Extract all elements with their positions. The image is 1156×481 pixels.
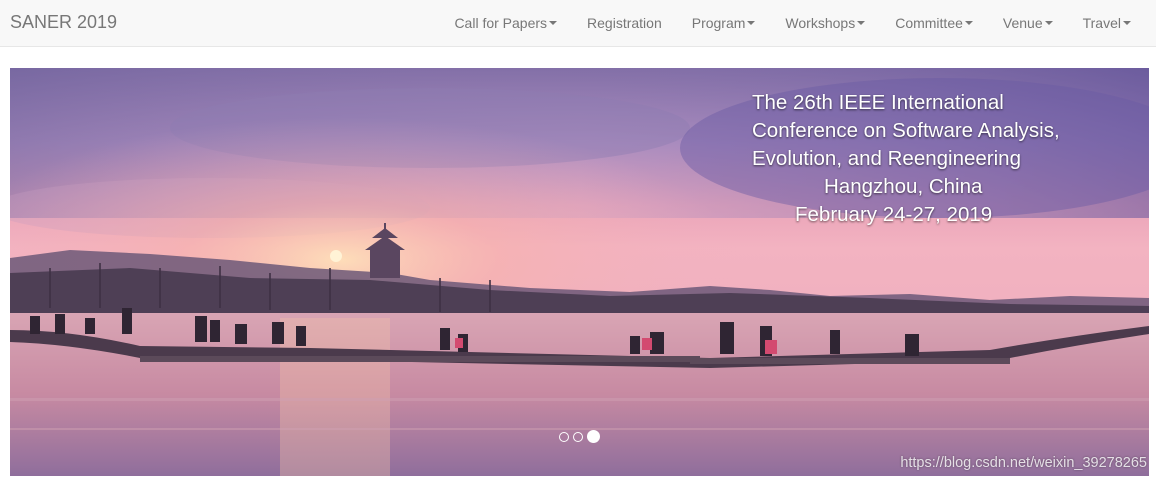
caret-down-icon (964, 21, 973, 25)
nav-label: Committee (895, 15, 963, 31)
nav-committee[interactable]: Committee (880, 0, 988, 46)
caption-location: Hangzhou, China (824, 175, 983, 198)
brand-link[interactable]: SANER 2019 (10, 12, 117, 33)
nav-label: Registration (587, 15, 662, 31)
hero-carousel[interactable]: The 26th IEEE International Conference o… (10, 68, 1149, 476)
carousel-caption: The 26th IEEE International Conference o… (752, 89, 1132, 229)
caret-down-icon (747, 21, 756, 25)
caret-down-icon (549, 21, 558, 25)
nav-label: Travel (1082, 15, 1121, 31)
watermark-text: https://blog.csdn.net/weixin_39278265 (900, 455, 1147, 471)
caret-down-icon (1044, 21, 1053, 25)
nav-call-for-papers[interactable]: Call for Papers (439, 0, 572, 46)
caret-down-icon (1123, 21, 1131, 25)
nav-workshops[interactable]: Workshops (770, 0, 880, 46)
carousel-indicator-1[interactable] (559, 431, 569, 442)
top-navbar: SANER 2019 Call for Papers Registration … (0, 0, 1156, 47)
nav-program[interactable]: Program (677, 0, 771, 46)
carousel-indicator-3[interactable] (587, 430, 600, 443)
carousel-indicators (559, 430, 600, 443)
main-nav: Call for Papers Registration Program Wor… (439, 0, 1146, 46)
caption-line: Conference on Software Analysis, (752, 119, 1060, 142)
caption-line: Evolution, and Reengineering (752, 147, 1021, 170)
carousel-indicator-2[interactable] (573, 431, 583, 442)
nav-label: Venue (1002, 15, 1043, 31)
caption-dates: February 24-27, 2019 (795, 203, 993, 226)
caption-line: The 26th IEEE International (752, 91, 1004, 114)
nav-label: Call for Papers (454, 15, 548, 31)
nav-label: Program (691, 15, 746, 31)
caret-down-icon (857, 21, 866, 25)
nav-registration[interactable]: Registration (572, 0, 677, 46)
nav-label: Workshops (785, 15, 856, 31)
nav-travel[interactable]: Travel (1068, 0, 1146, 46)
nav-venue[interactable]: Venue (988, 0, 1068, 46)
